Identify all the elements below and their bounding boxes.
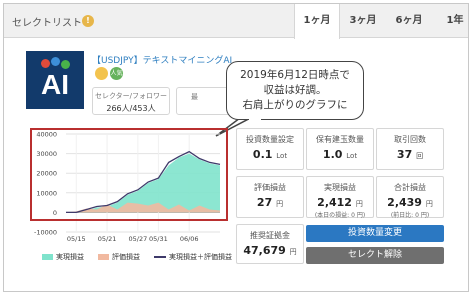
legend-realized: 実現損益 [42,252,84,262]
stat-unit: 円 [355,200,363,208]
stat-value: 2,412 円 [307,196,373,209]
chart-highlight-frame [30,128,228,221]
stat-value: 0.1 Lot [237,148,303,161]
legend-swatch-realized [42,254,53,260]
stat-label: 推奨証拠金 [250,231,290,240]
stat-value: 1.0 Lot [307,148,373,161]
stat-unrealized: 評価損益 27 円 [236,176,304,218]
stat-number: 2,412 [317,196,352,209]
change-quantity-button[interactable]: 投資数量変更 [306,225,444,242]
y-tick-label: -10000 [34,229,57,237]
legend-swatch-total [154,256,166,258]
stat-value: 2,439 円 [377,196,443,209]
x-tick-label: 05/27 [128,235,147,243]
stat-sub: (本日の損益: 0 円) [314,212,366,219]
x-tick-label: 05/15 [67,235,86,243]
stat-label: 合計損益 [394,183,426,192]
x-tick-label: 05/21 [98,235,117,243]
stat-unit: Lot [276,152,288,160]
stat-number: 37 [396,148,413,161]
stat-holding: 保有建玉数量 1.0 Lot [306,128,374,170]
stat-trades: 取引回数 37 回 [376,128,444,170]
deselect-button[interactable]: セレクト解除 [306,247,444,264]
stat-realized: 実現損益 2,412 円 (本日の損益: 0 円) [306,176,374,219]
stat-value: 37 回 [377,148,443,161]
legend-swatch-unrealized [98,254,109,260]
legend-total: 実現損益＋評価損益 [154,252,232,262]
stat-number: 47,679 [243,244,286,257]
stat-label: 実現損益 [324,183,356,192]
stat-total: 合計損益 2,439 円 (前日比: 0 円) [376,176,444,219]
stat-number: 2,439 [387,196,422,209]
stat-unit: 円 [289,248,297,256]
stat-label: 取引回数 [394,135,426,144]
legend-unrealized: 評価損益 [98,252,140,262]
stat-unit: 回 [416,152,424,160]
stat-number: 0.1 [252,148,273,161]
stat-margin: 推奨証拠金 47,679 円 [236,224,304,264]
stat-sub: (前日比: 0 円) [390,212,430,219]
stat-value: 27 円 [237,196,303,209]
stat-invest-setting: 投資数量設定 0.1 Lot [236,128,304,170]
stat-label: 保有建玉数量 [316,135,364,144]
stat-unit: 円 [425,200,433,208]
stat-number: 27 [256,196,273,209]
x-tick-label: 05/31 [149,235,168,243]
stat-label: 評価損益 [254,183,286,192]
stat-value: 47,679 円 [237,244,303,257]
stat-unit: 円 [276,200,284,208]
legend-realized-label: 実現損益 [56,253,84,261]
legend-total-label: 実現損益＋評価損益 [169,253,232,261]
stat-label: 投資数量設定 [246,135,294,144]
legend-unrealized-label: 評価損益 [112,253,140,261]
stat-unit: Lot [346,152,358,160]
stat-number: 1.0 [322,148,343,161]
x-tick-label: 06/06 [180,235,199,243]
chart-legend: 実現損益 評価損益 実現損益＋評価損益 [42,252,232,262]
